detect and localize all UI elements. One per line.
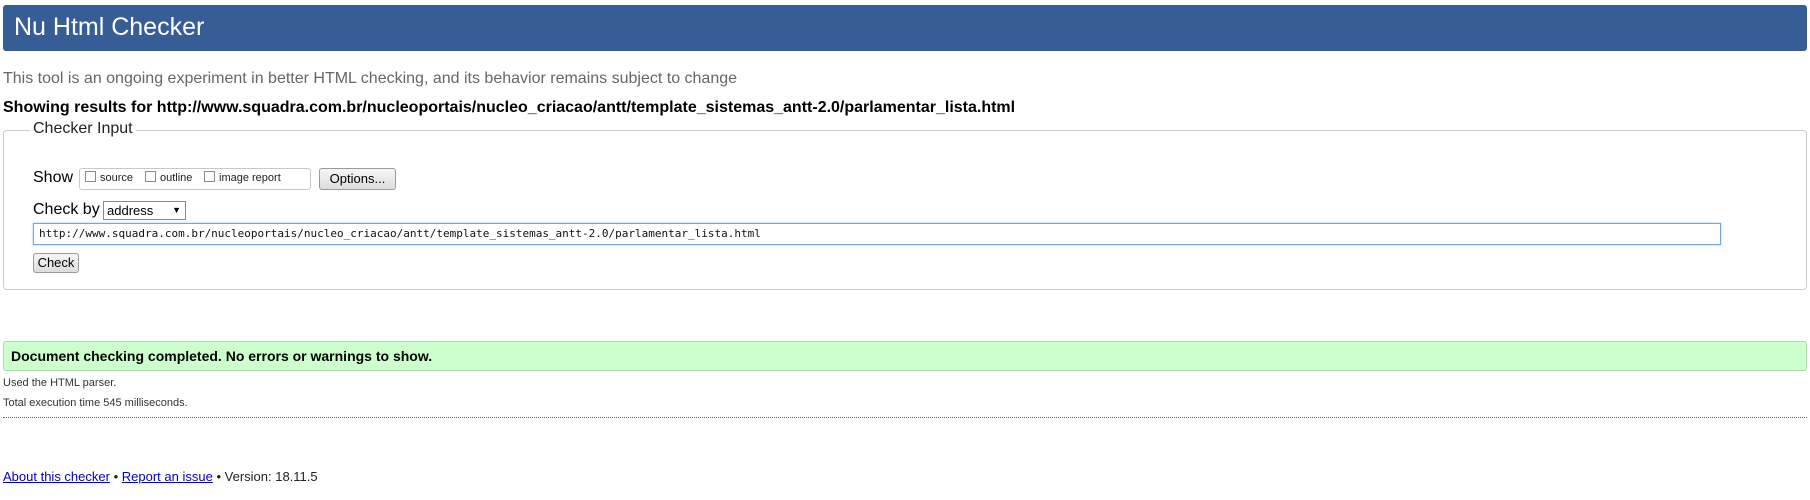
options-button[interactable]: Options... bbox=[319, 168, 396, 190]
show-image-report-option[interactable]: image report bbox=[204, 171, 281, 184]
check-by-select[interactable]: address ▼ bbox=[103, 201, 186, 220]
version-text: Version: 18.11.5 bbox=[224, 469, 318, 484]
source-checkbox[interactable] bbox=[85, 171, 96, 182]
check-button[interactable]: Check bbox=[33, 253, 79, 273]
checker-input-legend: Checker Input bbox=[30, 120, 136, 138]
check-by-label: Check by bbox=[33, 201, 100, 218]
url-input[interactable]: http://www.squadra.com.br/nucleoportais/… bbox=[33, 223, 1721, 245]
outline-checkbox[interactable] bbox=[145, 171, 156, 182]
dropdown-arrow-icon: ▼ bbox=[172, 205, 181, 215]
source-label: source bbox=[100, 172, 134, 184]
image-report-checkbox[interactable] bbox=[204, 171, 215, 182]
show-source-option[interactable]: source bbox=[85, 171, 133, 184]
show-options-group: source outline image report bbox=[79, 168, 311, 190]
divider bbox=[3, 417, 1807, 418]
tagline: This tool is an ongoing experiment in be… bbox=[3, 70, 738, 87]
report-issue-link[interactable]: Report an issue bbox=[122, 469, 213, 484]
execution-time-info: Total execution time 545 milliseconds. bbox=[3, 397, 188, 409]
checker-input-fieldset: Checker Input Show source outline image … bbox=[3, 120, 1807, 290]
about-checker-link[interactable]: About this checker bbox=[3, 469, 110, 484]
outline-label: outline bbox=[160, 172, 193, 184]
showing-results-heading: Showing results for http://www.squadra.c… bbox=[3, 99, 1016, 116]
image-report-label: image report bbox=[219, 172, 281, 184]
footer: About this checker • Report an issue • V… bbox=[3, 469, 318, 484]
footer-separator: • bbox=[113, 469, 119, 484]
show-outline-option[interactable]: outline bbox=[145, 171, 192, 184]
header-bar: Nu Html Checker bbox=[3, 5, 1807, 51]
result-success-message: Document checking completed. No errors o… bbox=[3, 341, 1807, 371]
check-by-value: address bbox=[107, 203, 154, 218]
parser-info: Used the HTML parser. bbox=[3, 377, 117, 389]
footer-separator: • bbox=[216, 469, 222, 484]
page-title: Nu Html Checker bbox=[14, 13, 205, 41]
show-label: Show bbox=[33, 169, 74, 186]
